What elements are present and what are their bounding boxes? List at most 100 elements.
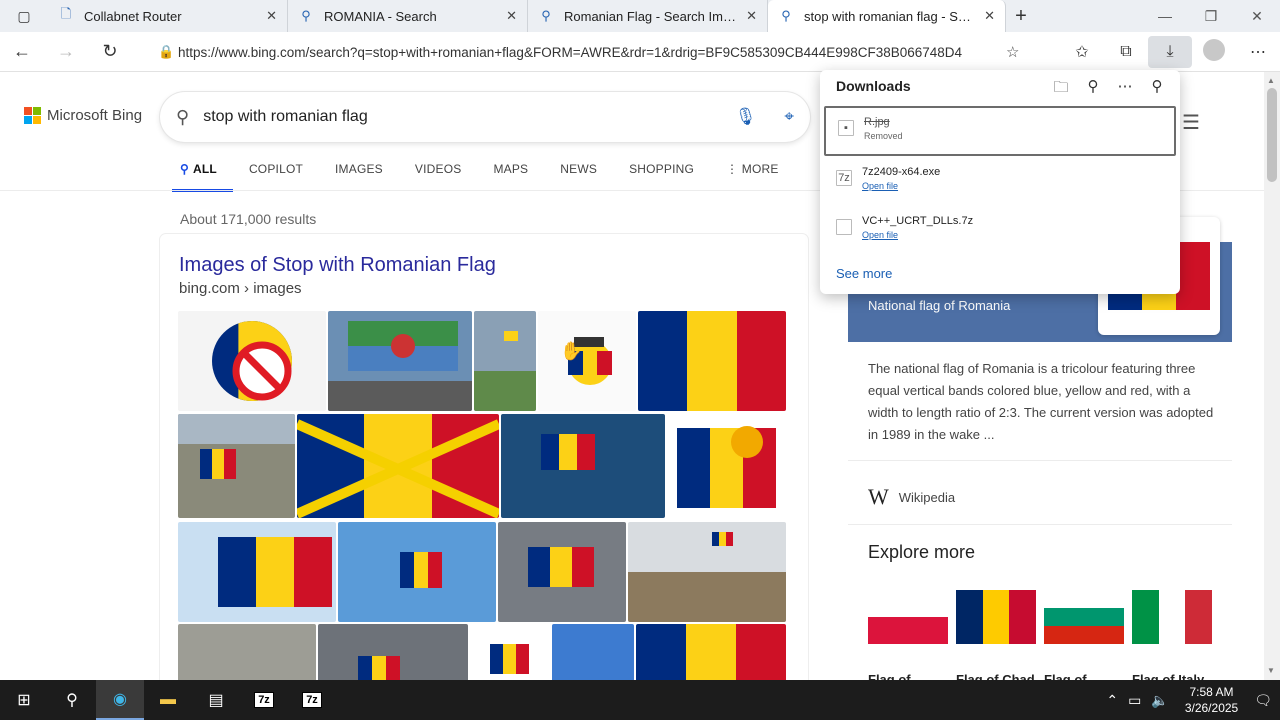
image-thumbnail[interactable] — [178, 522, 336, 622]
open-file-link[interactable]: Open file — [862, 181, 940, 191]
download-item[interactable]: VC++_UCRT_DLLs.7z Open file — [824, 207, 1176, 255]
scope-more[interactable]: ⋮ MORE — [710, 160, 795, 192]
search-icon[interactable]: ⚲ — [1084, 77, 1102, 102]
close-window-icon[interactable]: ✕ — [1234, 8, 1280, 25]
collections-icon[interactable]: ⧉ — [1104, 43, 1148, 61]
menu-icon[interactable]: ☰ — [1182, 110, 1200, 135]
image-thumbnail[interactable] — [178, 311, 326, 411]
profile-avatar[interactable] — [1192, 38, 1236, 66]
more-icon[interactable]: ⋯ — [1236, 42, 1280, 62]
result-count: About 171,000 results — [180, 211, 317, 227]
image-thumbnail[interactable] — [474, 311, 536, 411]
image-thumbnail[interactable] — [297, 414, 499, 518]
kp-hero-title[interactable]: National flag of Romania — [868, 298, 1010, 313]
result-title[interactable]: Images of Stop with Romanian Flag — [179, 254, 496, 277]
favorites-icon[interactable]: ✩ — [1060, 42, 1104, 62]
image-thumbnail[interactable] — [328, 311, 472, 411]
close-icon[interactable]: ✕ — [746, 8, 757, 24]
restore-icon[interactable]: ❐ — [1188, 8, 1234, 25]
image-thumbnail[interactable] — [498, 522, 626, 622]
image-thumbnail[interactable] — [178, 624, 316, 680]
tab-romanian-flag-images[interactable]: ⚲ Romanian Flag - Search Images ✕ — [528, 0, 768, 32]
bing-logo[interactable]: Microsoft Bing — [24, 107, 142, 124]
minimize-icon[interactable]: — — [1142, 8, 1188, 25]
microphone-icon[interactable]: 🎙 — [735, 107, 757, 127]
image-thumbnail[interactable] — [338, 522, 496, 622]
refresh-icon[interactable]: ↻ — [88, 41, 132, 62]
explore-item[interactable]: Flag of — [868, 590, 950, 680]
close-icon[interactable]: ✕ — [506, 8, 517, 24]
downloads-icon[interactable]: ⤓ — [1148, 36, 1192, 68]
scroll-down-icon[interactable]: ▼ — [1267, 666, 1275, 675]
edge-icon[interactable]: ◉ — [96, 680, 144, 720]
chevron-up-icon[interactable]: ⌃ — [1106, 692, 1118, 709]
visual-search-icon[interactable]: ⌖ — [784, 107, 794, 127]
image-thumbnail[interactable] — [501, 414, 665, 518]
notifications-icon[interactable]: 🗨 — [1254, 692, 1272, 709]
add-favorite-icon[interactable]: ☆ — [1006, 43, 1028, 61]
7zip-icon[interactable]: 7z — [240, 680, 288, 720]
downloads-title: Downloads — [836, 78, 911, 94]
back-icon[interactable]: ← — [0, 41, 44, 62]
download-item[interactable]: ▪ R.jpg Removed — [824, 106, 1176, 156]
scope-label: COPILOT — [248, 162, 304, 176]
scope-images[interactable]: IMAGES — [319, 160, 399, 192]
network-icon[interactable]: ▭ — [1128, 692, 1141, 709]
forward-icon[interactable]: → — [44, 41, 88, 62]
file-explorer-icon[interactable]: ▬ — [144, 680, 192, 720]
explore-item[interactable]: Flag of Chad — [956, 590, 1038, 680]
close-icon[interactable]: ✕ — [266, 8, 277, 24]
scope-shopping[interactable]: SHOPPING — [613, 160, 710, 192]
scope-news[interactable]: NEWS — [544, 160, 613, 192]
new-tab-button[interactable]: + — [1006, 5, 1036, 28]
see-more-link[interactable]: See more — [836, 266, 892, 281]
image-thumbnail[interactable]: ✋ — [538, 311, 636, 411]
scope-videos[interactable]: VIDEOS — [399, 160, 478, 192]
image-thumbnail[interactable] — [318, 624, 468, 680]
volume-icon[interactable]: 🔈 — [1151, 692, 1168, 709]
image-thumbnail[interactable] — [636, 624, 786, 680]
scope-maps[interactable]: MAPS — [477, 160, 544, 192]
search-input[interactable]: stop with romanian flag — [203, 108, 721, 126]
scroll-up-icon[interactable]: ▲ — [1267, 76, 1275, 85]
image-thumbnail[interactable] — [178, 414, 295, 518]
kp-source[interactable]: W Wikipedia — [868, 484, 955, 510]
scope-copilot[interactable]: COPILOT — [233, 160, 319, 192]
start-icon[interactable]: ⊞ — [0, 680, 48, 720]
image-thumbnail[interactable] — [552, 624, 634, 680]
open-file-link[interactable]: Open file — [862, 230, 973, 240]
explore-item[interactable]: Flag of Italy — [1132, 590, 1214, 680]
scroll-thumb[interactable] — [1267, 88, 1277, 182]
close-icon[interactable]: ✕ — [984, 8, 995, 24]
url-field[interactable]: 🔒 https://www.bing.com/search?q=stop+wit… — [146, 36, 1040, 68]
taskbar: ⊞ ⚲ ◉ ▬ ▤ 7z 7z ⌃ ▭ 🔈 7:58 AM 3/26/2025 … — [0, 680, 1280, 720]
app-icon[interactable]: ▤ — [192, 680, 240, 720]
scope-label: ALL — [193, 162, 217, 176]
pin-icon[interactable]: ⚲ — [1148, 77, 1166, 102]
download-item[interactable]: 7z 7z2409-x64.exe Open file — [824, 158, 1176, 206]
image-thumbnail[interactable] — [667, 414, 786, 518]
clock[interactable]: 7:58 AM 3/26/2025 — [1185, 684, 1238, 716]
search-box[interactable]: ⚲ stop with romanian flag 🎙 ⌖ — [160, 92, 810, 142]
image-thumbnail[interactable] — [628, 522, 786, 622]
url-text[interactable]: https://www.bing.com/search?q=stop+with+… — [178, 45, 1006, 60]
scope-all[interactable]: ⚲ ALL — [172, 160, 233, 192]
explore-item-label: Flag of — [868, 672, 911, 680]
page-scrollbar[interactable]: ▲ ▼ — [1264, 72, 1280, 680]
tab-actions-icon[interactable]: ▢ — [0, 0, 48, 32]
search-scopes: ⚲ ALL COPILOT IMAGES VIDEOS MAPS NEWS SHO… — [172, 160, 795, 192]
explore-item[interactable]: Flag of — [1044, 590, 1126, 680]
explore-item-label: Flag of — [1044, 672, 1087, 680]
tab-stop-with-romanian-flag[interactable]: ⚲ stop with romanian flag - Search ✕ — [768, 0, 1006, 32]
svg-text:✋: ✋ — [560, 340, 582, 361]
image-thumbnail[interactable] — [638, 311, 786, 411]
more-icon[interactable]: ⋯ — [1116, 77, 1134, 102]
open-folder-icon[interactable]: 🗀 — [1052, 77, 1070, 102]
tab-romania-search[interactable]: ⚲ ROMANIA - Search ✕ — [288, 0, 528, 32]
search-icon[interactable]: ⚲ — [48, 680, 96, 720]
image-thumbnail[interactable] — [470, 624, 550, 680]
lock-icon[interactable]: 🔒 — [158, 44, 178, 60]
tab-collabnet[interactable]: 🗋 Collabnet Router ✕ — [48, 0, 288, 32]
scope-label: NEWS — [560, 162, 598, 176]
7zip-icon[interactable]: 7z — [288, 680, 336, 720]
